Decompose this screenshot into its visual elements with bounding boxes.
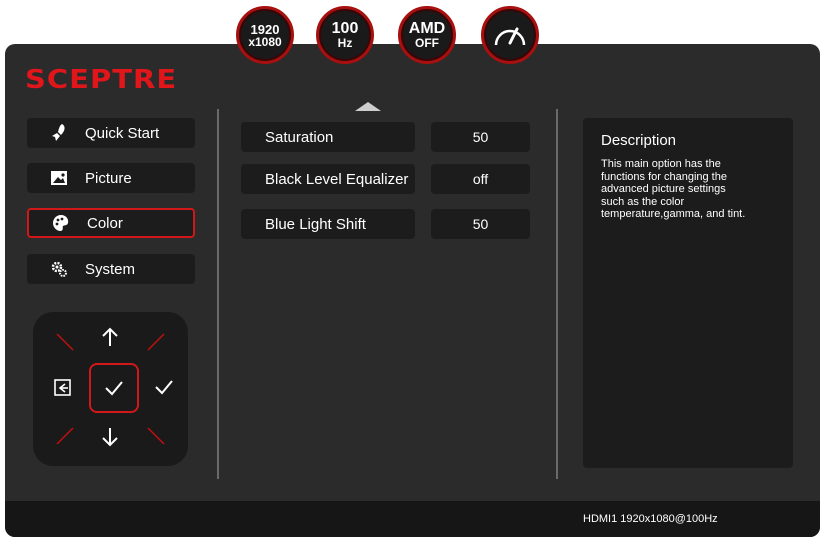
setting-blue-light-shift[interactable]: Blue Light Shift (241, 209, 415, 239)
navigation-pad (33, 312, 188, 466)
refresh-rate-unit: Hz (337, 36, 353, 50)
nav-diagonal-line (56, 333, 74, 351)
description-panel: Description This main option has the fun… (583, 118, 793, 468)
gears-icon (49, 259, 69, 279)
setting-black-level-equalizer[interactable]: Black Level Equalizer (241, 164, 415, 194)
nav-diagonal-line (56, 427, 74, 445)
arrow-down-icon[interactable] (99, 426, 121, 453)
menu-item-picture[interactable]: Picture (27, 163, 195, 193)
setting-label: Black Level Equalizer (265, 170, 409, 188)
menu-item-color[interactable]: Color (27, 208, 195, 238)
palette-icon (51, 213, 71, 233)
checkmark-icon (105, 381, 123, 396)
arrow-up-icon[interactable] (99, 326, 121, 353)
checkmark-right-icon[interactable] (153, 378, 175, 401)
refresh-rate-badge: 100 Hz (316, 6, 374, 64)
menu-label-color: Color (87, 214, 123, 232)
amd-state: OFF (415, 36, 439, 50)
picture-icon (49, 168, 69, 188)
nav-diagonal-line (147, 427, 165, 445)
menu-item-quick-start[interactable]: Quick Start (27, 118, 195, 148)
setting-saturation[interactable]: Saturation (241, 122, 415, 152)
refresh-rate-value: 100 (331, 20, 359, 37)
setting-black-level-equalizer-value[interactable]: off (431, 164, 530, 194)
description-body: This main option has the functions for c… (601, 158, 746, 220)
resolution-badge: 1920 x1080 (236, 6, 294, 64)
speedometer-icon (494, 27, 526, 46)
amd-badge: AMD OFF (398, 6, 456, 64)
menu-label-system: System (85, 260, 136, 278)
menu-item-system[interactable]: System (27, 254, 195, 284)
status-bar: HDMI1 1920x1080@100Hz (5, 501, 820, 537)
osd-panel: SCEPTRE Quick Start Picture Color System (5, 44, 820, 537)
input-status-text: HDMI1 1920x1080@100Hz (583, 513, 718, 525)
setting-value: 50 (472, 216, 489, 232)
description-title: Description (601, 132, 677, 149)
exit-icon[interactable] (53, 378, 73, 403)
left-divider (217, 109, 219, 479)
setting-saturation-value[interactable]: 50 (431, 122, 530, 152)
scroll-up-indicator[interactable] (355, 102, 381, 111)
setting-label: Blue Light Shift (265, 215, 366, 233)
speedometer-badge (481, 6, 539, 64)
amd-label: AMD (408, 20, 446, 37)
resolution-line2: x1080 (248, 34, 282, 49)
brand-logo: SCEPTRE (25, 63, 178, 95)
menu-label-picture: Picture (85, 169, 132, 187)
nav-diagonal-line (147, 333, 165, 351)
resolution-line1: 1920 (250, 21, 280, 37)
setting-value: off (472, 171, 489, 187)
menu-label-quick-start: Quick Start (85, 124, 160, 142)
confirm-button[interactable] (89, 363, 139, 413)
setting-value: 50 (472, 129, 489, 145)
rocket-icon (49, 123, 69, 143)
setting-blue-light-shift-value[interactable]: 50 (431, 209, 530, 239)
right-divider (556, 109, 558, 479)
setting-label: Saturation (265, 128, 334, 146)
